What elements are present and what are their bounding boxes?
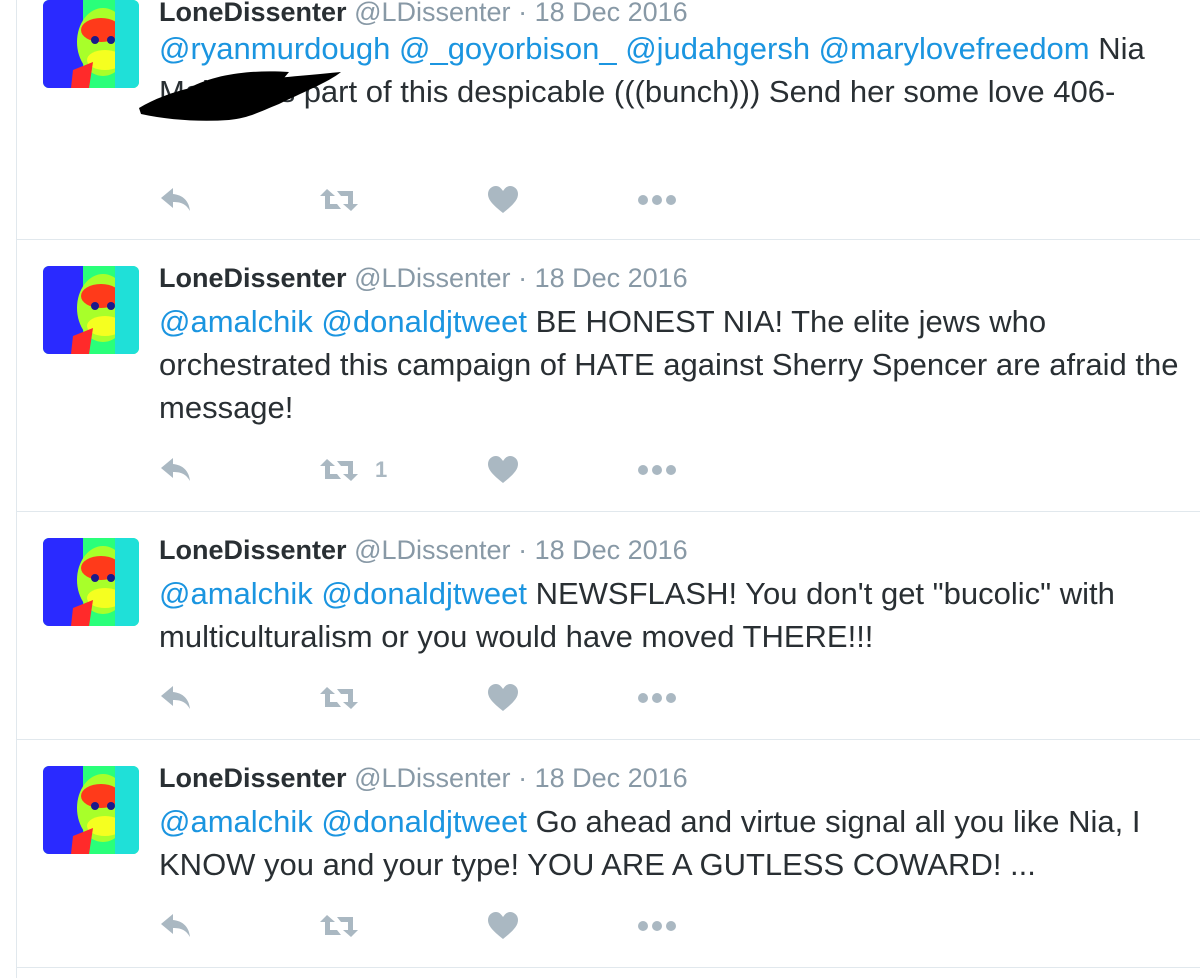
avatar[interactable] — [43, 266, 139, 354]
tweet-header: LoneDissenter @LDissenter · 18 Dec 2016 — [159, 534, 688, 566]
tweet-header: LoneDissenter @LDissenter · 18 Dec 2016 — [159, 0, 688, 28]
retweet-icon — [319, 911, 359, 941]
tweet-text: @amalchik @donaldjtweet BE HONEST NIA! T… — [159, 300, 1179, 429]
retweet-icon — [319, 455, 359, 485]
reply-button[interactable] — [159, 180, 193, 220]
more-button[interactable] — [637, 180, 677, 220]
like-button[interactable] — [487, 678, 519, 718]
retweet-button[interactable] — [319, 906, 375, 946]
redaction-scribble — [139, 71, 341, 121]
user-handle[interactable]: @LDissenter — [354, 763, 510, 793]
retweet-button[interactable] — [319, 180, 375, 220]
tweet-actions — [159, 906, 759, 946]
display-name[interactable]: LoneDissenter — [159, 535, 347, 565]
user-handle[interactable]: @LDissenter — [354, 535, 510, 565]
tweet-actions — [159, 678, 759, 718]
tweet-actions — [159, 180, 759, 220]
tweet-header: LoneDissenter @LDissenter · 18 Dec 2016 — [159, 762, 688, 794]
mention-links[interactable]: @amalchik @donaldjtweet — [159, 804, 527, 839]
like-button[interactable] — [487, 450, 519, 490]
reply-button[interactable] — [159, 906, 193, 946]
more-icon — [637, 692, 677, 704]
reply-icon — [159, 911, 193, 941]
like-button[interactable] — [487, 906, 519, 946]
more-icon — [637, 464, 677, 476]
retweet-button[interactable]: 1 — [319, 450, 387, 490]
more-icon — [637, 920, 677, 932]
mention-links[interactable]: @amalchik @donaldjtweet — [159, 304, 527, 339]
mention-links[interactable]: @amalchik @donaldjtweet — [159, 576, 527, 611]
reply-button[interactable] — [159, 678, 193, 718]
retweet-count: 1 — [375, 457, 388, 482]
tweet-timeline: LoneDissenter @LDissenter · 18 Dec 2016 … — [16, 0, 1200, 978]
retweet-icon — [319, 185, 359, 215]
reply-button[interactable] — [159, 450, 193, 490]
heart-icon — [487, 683, 519, 713]
tweet[interactable]: LoneDissenter @LDissenter · 18 Dec 2016 … — [17, 0, 1200, 240]
user-handle[interactable]: @LDissenter — [354, 0, 510, 27]
more-button[interactable] — [637, 450, 677, 490]
display-name[interactable]: LoneDissenter — [159, 263, 347, 293]
avatar[interactable] — [43, 538, 139, 626]
tweet-date[interactable]: 18 Dec 2016 — [535, 535, 688, 565]
reply-icon — [159, 455, 193, 485]
tweet-date[interactable]: 18 Dec 2016 — [535, 263, 688, 293]
reply-icon — [159, 683, 193, 713]
tweet[interactable]: LoneDissenter @LDissenter · 18 Dec 2016 … — [17, 512, 1200, 740]
tweet-date[interactable]: 18 Dec 2016 — [535, 0, 688, 27]
heart-icon — [487, 185, 519, 215]
display-name[interactable]: LoneDissenter — [159, 763, 347, 793]
user-handle[interactable]: @LDissenter — [354, 263, 510, 293]
reply-icon — [159, 185, 193, 215]
like-button[interactable] — [487, 180, 519, 220]
heart-icon — [487, 455, 519, 485]
retweet-icon — [319, 683, 359, 713]
tweet-actions: 1 — [159, 450, 759, 490]
more-button[interactable] — [637, 678, 677, 718]
tweet-header: LoneDissenter @LDissenter · 18 Dec 2016 — [159, 262, 688, 294]
more-icon — [637, 194, 677, 206]
tweet-text: @amalchik @donaldjtweet NEWSFLASH! You d… — [159, 572, 1179, 658]
display-name[interactable]: LoneDissenter — [159, 0, 347, 27]
tweet[interactable]: LoneDissenter @LDissenter · 18 Dec 2016 … — [17, 240, 1200, 512]
more-button[interactable] — [637, 906, 677, 946]
separator: · — [518, 763, 528, 793]
avatar[interactable] — [43, 766, 139, 854]
avatar[interactable] — [43, 0, 139, 88]
separator: · — [518, 263, 528, 293]
heart-icon — [487, 911, 519, 941]
tweet-text: @amalchik @donaldjtweet Go ahead and vir… — [159, 800, 1179, 886]
tweet-date[interactable]: 18 Dec 2016 — [535, 763, 688, 793]
separator: · — [518, 0, 528, 27]
tweet[interactable]: LoneDissenter @LDissenter · 18 Dec 2016 … — [17, 740, 1200, 968]
separator: · — [518, 535, 528, 565]
retweet-button[interactable] — [319, 678, 375, 718]
